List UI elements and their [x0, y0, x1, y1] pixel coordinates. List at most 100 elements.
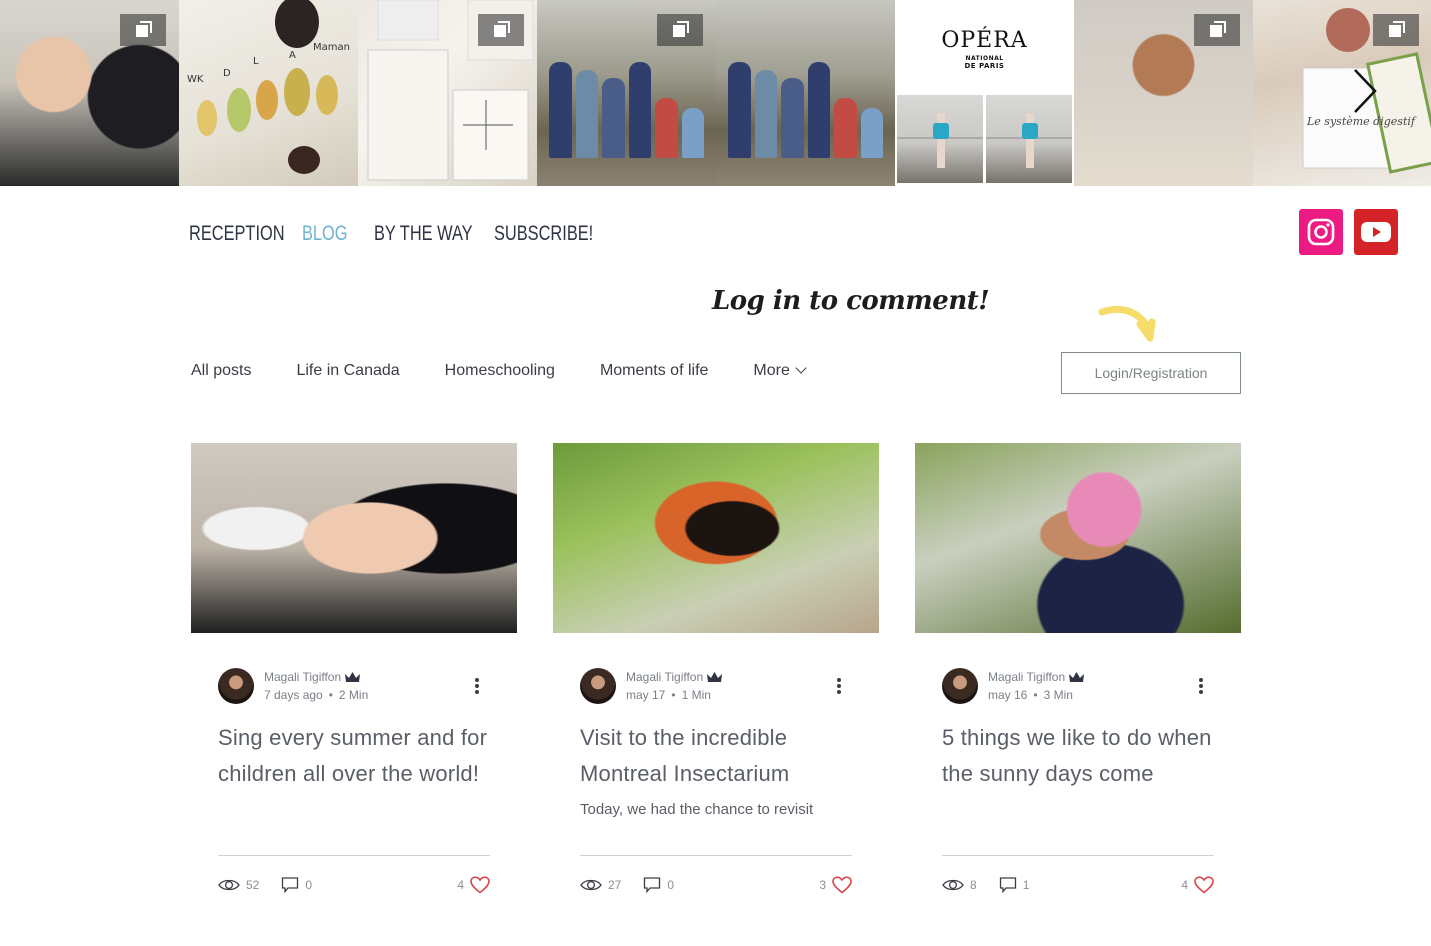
crown-icon [707, 672, 723, 682]
comments-stat[interactable]: 0 [643, 876, 674, 894]
multiple-images-icon [657, 14, 703, 46]
multiple-images-icon [478, 14, 524, 46]
category-homeschooling[interactable]: Homeschooling [445, 362, 555, 380]
gallery-photo [716, 0, 895, 186]
gallery-photo: WK D L A Maman [179, 0, 358, 186]
insect-specimens-image: WK D L A Maman [187, 0, 350, 174]
nav-item-blog[interactable]: BLOG [302, 222, 374, 250]
views-stat: 8 [942, 878, 977, 892]
post-card: Magali Tigiffon may 17 • 1 Min Visit to th… [553, 443, 879, 923]
login-to-comment-note: Log in to comment! [712, 286, 990, 316]
gallery-tile-opera[interactable]: OPÉRA NATIONAL DE PARIS [895, 0, 1074, 186]
gallery-tile-notebooks[interactable] [358, 0, 537, 186]
svg-text:WK: WK [187, 74, 204, 85]
comments-count: 0 [667, 878, 675, 892]
views-count: 27 [608, 878, 622, 892]
nav-link-by-the-way[interactable]: BY THE WAY [374, 222, 473, 246]
gallery-tile-child-surprised[interactable] [1074, 0, 1253, 186]
nav-item-subscribe[interactable]: SUBSCRIBE! [494, 222, 604, 250]
ballet-photo-2 [986, 95, 1072, 183]
svg-text:D: D [223, 68, 231, 79]
main-nav: RECEPTION BLOG BY THE WAY SUBSCRIBE! [189, 222, 604, 250]
eye-icon [218, 879, 240, 891]
author-name[interactable]: Magali Tigiffon [988, 670, 1085, 684]
post-cover-image[interactable] [191, 443, 517, 633]
gallery-tile-climbing-group-1[interactable] [537, 0, 716, 186]
likes-count: 3 [819, 878, 826, 892]
gallery-tile-recording[interactable] [0, 0, 179, 186]
post-date: 7 days ago [264, 688, 323, 702]
category-menu: All posts Life in Canada Homeschooling M… [191, 362, 850, 380]
post-title[interactable]: 5 things we like to do when the sunny da… [942, 720, 1214, 792]
nav-item-reception[interactable]: RECEPTION [189, 222, 302, 250]
post-title[interactable]: Sing every summer and for children all o… [218, 720, 490, 792]
nav-link-blog[interactable]: BLOG [302, 222, 348, 246]
comments-stat[interactable]: 0 [281, 876, 312, 894]
category-more-dropdown[interactable]: More [753, 362, 807, 380]
read-time: 3 Min [1043, 688, 1073, 702]
multiple-images-icon [1373, 14, 1419, 46]
author-name[interactable]: Magali Tigiffon [626, 670, 723, 684]
post-meta: Magali Tigiffon may 17 • 1 Min [580, 666, 852, 706]
post-cover-image[interactable] [553, 443, 879, 633]
like-button[interactable]: 3 [819, 876, 852, 894]
author-avatar[interactable] [942, 668, 978, 704]
like-button[interactable]: 4 [1181, 876, 1214, 894]
opera-logo: OPÉRA [941, 28, 1028, 53]
more-options-icon[interactable] [834, 676, 844, 696]
comments-stat[interactable]: 1 [999, 876, 1030, 894]
post-meta: Magali Tigiffon may 16 • 3 Min [942, 666, 1214, 706]
post-stats: 52 0 4 [218, 875, 490, 895]
read-time: 1 Min [681, 688, 711, 702]
nav-item-by-the-way[interactable]: BY THE WAY [374, 222, 494, 250]
views-stat: 27 [580, 878, 621, 892]
category-all-posts[interactable]: All posts [191, 362, 251, 380]
login-registration-button[interactable]: Login/Registration [1061, 352, 1241, 394]
nav-link-subscribe[interactable]: SUBSCRIBE! [494, 222, 593, 246]
gallery-tile-insects[interactable]: WK D L A Maman [179, 0, 358, 186]
chevron-down-icon [795, 362, 807, 374]
views-count: 52 [246, 878, 260, 892]
svg-text:L: L [253, 56, 259, 67]
likes-count: 4 [1181, 878, 1188, 892]
card-divider [580, 855, 852, 856]
author-avatar[interactable] [218, 668, 254, 704]
card-divider [218, 855, 490, 856]
curved-arrow-icon [1098, 305, 1156, 342]
more-options-icon[interactable] [1196, 676, 1206, 696]
svg-text:Le système digestif: Le système digestif [1306, 115, 1417, 128]
author-avatar[interactable] [580, 668, 616, 704]
comment-icon [282, 877, 299, 894]
post-stats: 27 0 3 [580, 875, 852, 895]
social-links [1299, 209, 1398, 255]
post-list: Magali Tigiffon 7 days ago • 2 Min Sing ev… [191, 443, 1241, 923]
more-options-icon[interactable] [472, 676, 482, 696]
post-date-line: may 16 • 3 Min [988, 688, 1073, 702]
multiple-images-icon [120, 14, 166, 46]
post-card: Magali Tigiffon 7 days ago • 2 Min Sing ev… [191, 443, 517, 923]
multiple-images-icon [1194, 14, 1240, 46]
post-excerpt: Today, we had the chance to revisit [580, 801, 814, 818]
svg-text:Maman: Maman [313, 42, 350, 53]
nav-link-reception[interactable]: RECEPTION [189, 222, 285, 246]
gallery-next-arrow-icon[interactable] [1349, 66, 1379, 116]
category-life-in-canada[interactable]: Life in Canada [296, 362, 399, 380]
post-title[interactable]: Visit to the incredible Montreal Insecta… [580, 720, 852, 792]
like-button[interactable]: 4 [457, 876, 490, 894]
post-cover-image[interactable] [915, 443, 1241, 633]
heart-icon [832, 876, 852, 894]
views-stat: 52 [218, 878, 259, 892]
opera-logo-subtitle: NATIONAL DE PARIS [964, 55, 1005, 70]
youtube-button[interactable] [1354, 209, 1398, 255]
heart-icon [1194, 876, 1214, 894]
comment-icon [644, 877, 661, 894]
comments-count: 1 [1022, 878, 1030, 892]
instagram-icon [1307, 218, 1335, 246]
gallery-tile-climbing-group-2[interactable] [716, 0, 895, 186]
instagram-button[interactable] [1299, 209, 1343, 255]
author-name[interactable]: Magali Tigiffon [264, 670, 368, 684]
post-card: Magali Tigiffon may 16 • 3 Min 5 things we… [915, 443, 1241, 923]
category-moments-of-life[interactable]: Moments of life [600, 362, 708, 380]
gallery-tile-digestive-system[interactable]: Le système digestif [1253, 0, 1431, 186]
eye-icon [580, 879, 602, 891]
